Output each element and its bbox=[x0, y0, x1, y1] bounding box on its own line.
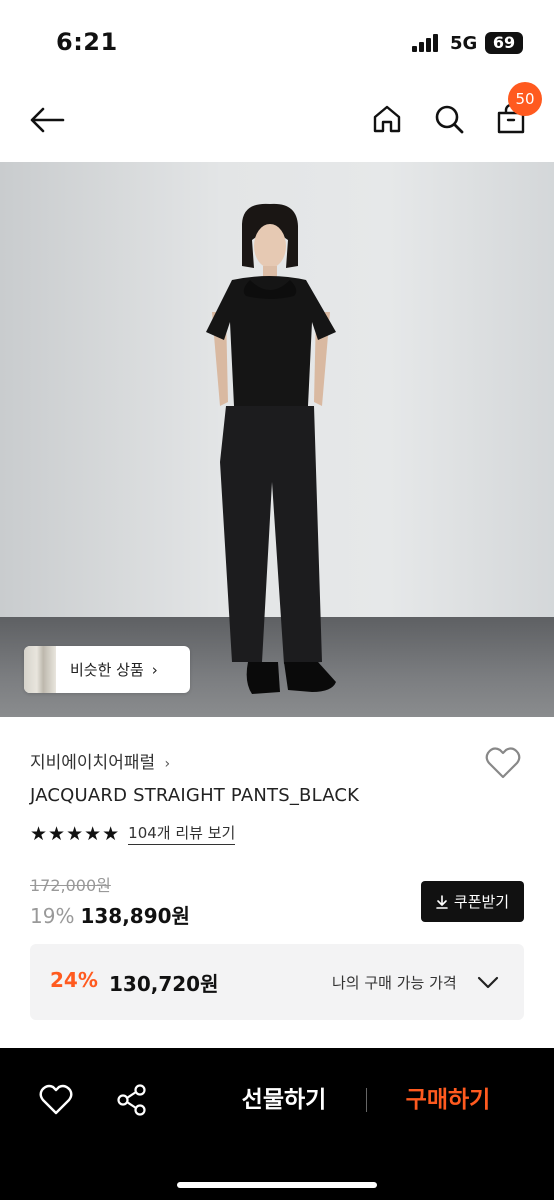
similar-products-button[interactable]: 비슷한 상품 › bbox=[24, 646, 190, 693]
price-row: 19% 138,890원 bbox=[30, 900, 190, 929]
discount-rate: 19% bbox=[30, 904, 75, 928]
model-figure bbox=[206, 203, 336, 694]
rating-stars: ★★★★★ bbox=[30, 822, 121, 845]
top-nav bbox=[0, 80, 554, 162]
my-price-label: 나의 구매 가능 가격 bbox=[332, 974, 457, 992]
search-button[interactable] bbox=[426, 96, 472, 142]
brand-link[interactable]: 지비에이치어패럴 › bbox=[30, 748, 170, 773]
like-button[interactable] bbox=[38, 1082, 74, 1118]
chevron-right-icon: › bbox=[151, 660, 158, 679]
gift-button[interactable]: 선물하기 bbox=[232, 1082, 336, 1118]
bottom-action-bar: 선물하기 구매하기 bbox=[0, 1048, 554, 1200]
share-button[interactable] bbox=[114, 1082, 150, 1118]
product-name: JACQUARD STRAIGHT PANTS_BLACK bbox=[30, 785, 360, 806]
original-price: 172,000원 bbox=[30, 876, 111, 895]
battery-icon: 69 bbox=[485, 32, 523, 54]
my-price-box[interactable]: 24% 130,720원 나의 구매 가능 가격 bbox=[30, 944, 524, 1020]
heart-outline-icon bbox=[485, 747, 521, 779]
home-button[interactable] bbox=[364, 96, 410, 142]
back-button[interactable] bbox=[22, 98, 72, 142]
home-icon bbox=[373, 105, 401, 133]
network-label: 5G bbox=[450, 33, 478, 54]
cart-count-badge: 50 bbox=[508, 82, 542, 116]
my-discount-rate: 24% bbox=[50, 968, 98, 992]
coupon-label: 쿠폰받기 bbox=[453, 893, 510, 911]
similar-product-thumbnail bbox=[24, 646, 56, 693]
heart-outline-icon bbox=[39, 1084, 73, 1115]
product-image[interactable]: 비슷한 상품 › bbox=[0, 162, 554, 717]
status-time: 6:21 bbox=[56, 28, 118, 56]
download-icon bbox=[436, 894, 448, 909]
sale-price: 138,890원 bbox=[80, 904, 190, 928]
signal-icon bbox=[412, 34, 442, 52]
rating-row: ★★★★★ 104개 리뷰 보기 bbox=[30, 822, 236, 845]
share-icon bbox=[117, 1084, 146, 1116]
brand-name: 지비에이치어패럴 bbox=[30, 753, 156, 773]
reviews-link[interactable]: 104개 리뷰 보기 bbox=[128, 822, 236, 845]
chevron-down-icon bbox=[477, 976, 499, 989]
coupon-button[interactable]: 쿠폰받기 bbox=[421, 881, 524, 922]
similar-products-label: 비슷한 상품 bbox=[70, 661, 144, 679]
my-price: 130,720원 bbox=[109, 972, 219, 996]
wishlist-button[interactable] bbox=[484, 745, 522, 781]
arrow-left-icon bbox=[30, 107, 65, 133]
divider bbox=[366, 1088, 367, 1112]
chevron-right-icon: › bbox=[164, 756, 171, 772]
search-icon bbox=[435, 105, 464, 134]
status-bar: 6:21 5G 69 bbox=[0, 0, 554, 80]
home-indicator bbox=[177, 1182, 377, 1188]
buy-button[interactable]: 구매하기 bbox=[394, 1082, 502, 1118]
